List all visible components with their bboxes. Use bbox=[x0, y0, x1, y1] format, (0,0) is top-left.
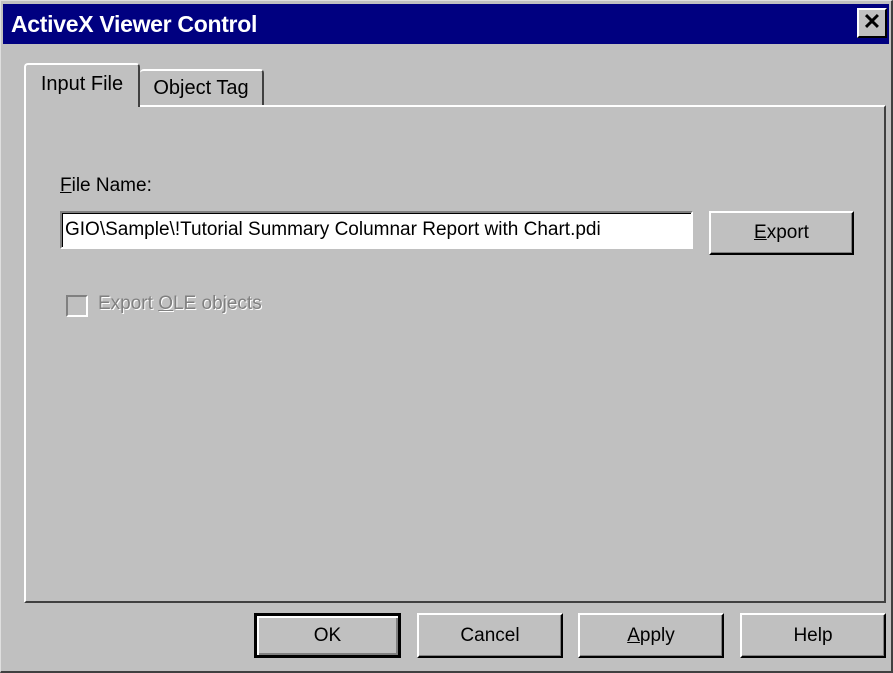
ok-button[interactable]: OK bbox=[254, 613, 401, 658]
close-button[interactable]: ✕ bbox=[857, 8, 887, 38]
tab-label: Object Tag bbox=[153, 77, 249, 99]
cancel-button[interactable]: Cancel bbox=[417, 613, 563, 658]
help-button[interactable]: Help bbox=[740, 613, 886, 658]
export-ole-label: Export OLE objects bbox=[98, 293, 262, 314]
window-title: ActiveX Viewer Control bbox=[11, 11, 258, 37]
close-icon: ✕ bbox=[862, 9, 882, 34]
tab-label: Input File bbox=[40, 73, 124, 95]
tab-object-tag[interactable]: Object Tag bbox=[140, 69, 264, 105]
tab-input-file[interactable]: Input File bbox=[24, 63, 140, 107]
title-bar[interactable]: ActiveX Viewer Control ✕ bbox=[3, 4, 889, 44]
dialog-window: ActiveX Viewer Control ✕ Input File Obje… bbox=[0, 0, 893, 673]
export-button[interactable]: Export bbox=[709, 211, 854, 255]
export-ole-checkbox[interactable] bbox=[66, 295, 88, 317]
file-name-label: File Name: bbox=[60, 175, 152, 196]
file-name-input[interactable]: GIO\Sample\!Tutorial Summary Columnar Re… bbox=[60, 211, 693, 249]
apply-button[interactable]: Apply bbox=[578, 613, 724, 658]
tab-panel-input-file: File Name: GIO\Sample\!Tutorial Summary … bbox=[24, 105, 886, 603]
